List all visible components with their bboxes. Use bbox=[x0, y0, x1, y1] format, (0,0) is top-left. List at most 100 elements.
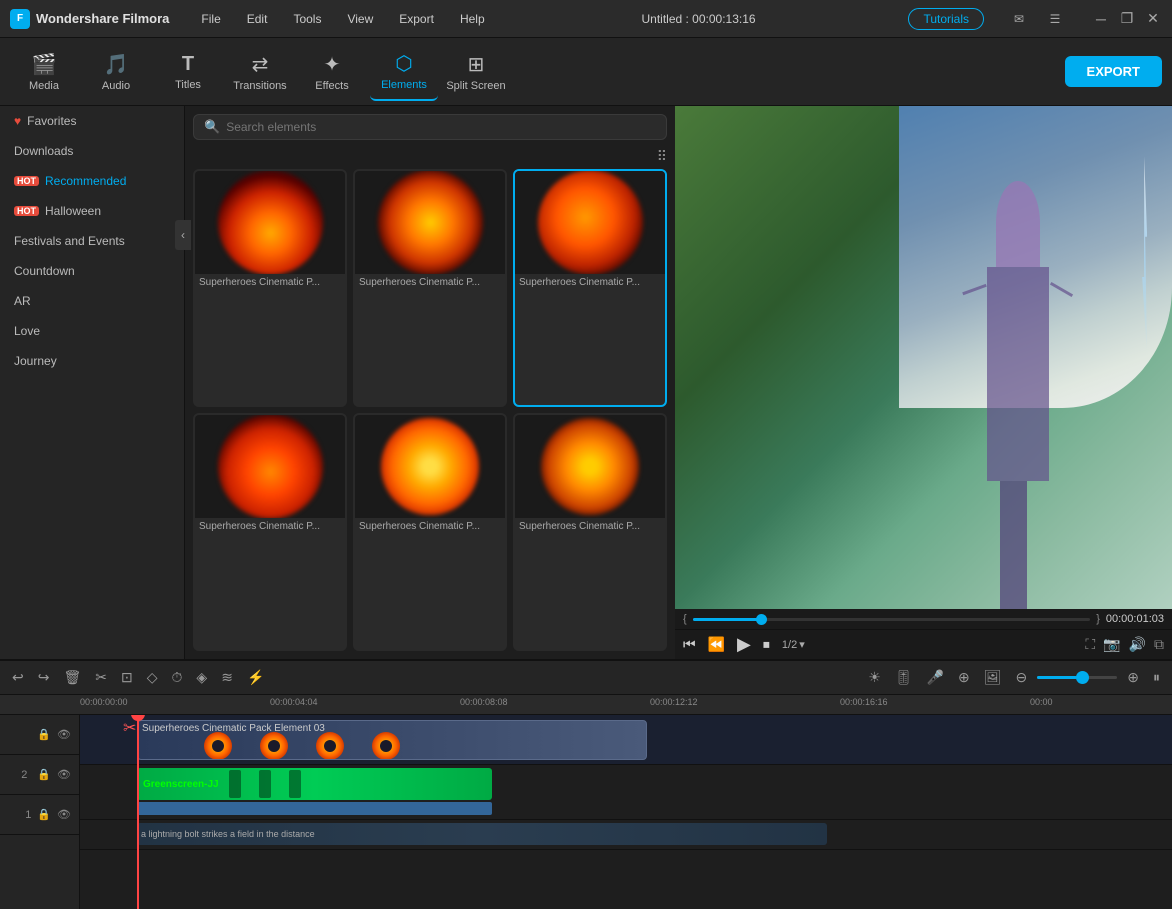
menu-file[interactable]: File bbox=[197, 10, 224, 28]
skip-back-button[interactable]: ⏮ bbox=[683, 636, 696, 653]
menu-edit[interactable]: Edit bbox=[243, 10, 272, 28]
stop-button[interactable]: ⏹ bbox=[763, 636, 770, 653]
grid-item[interactable]: Superheroes Cinematic P... bbox=[193, 169, 347, 407]
sidebar-item-halloween[interactable]: HOT Halloween bbox=[0, 196, 184, 226]
app-logo: F Wondershare Filmora bbox=[10, 9, 169, 29]
color-correct-button[interactable]: ☀ bbox=[864, 667, 885, 688]
track-eye-icon-v1[interactable]: 👁 bbox=[57, 768, 71, 781]
grid-options-icon[interactable]: ⠿ bbox=[657, 148, 667, 165]
step-back-button[interactable]: ⏪ bbox=[708, 636, 725, 653]
ruler-tick-3: 00:00:12:12 bbox=[650, 697, 698, 707]
menu-help[interactable]: Help bbox=[456, 10, 489, 28]
search-bar: 🔍 bbox=[193, 114, 667, 140]
zoom-track[interactable] bbox=[1037, 676, 1117, 679]
tutorials-button[interactable]: Tutorials bbox=[908, 8, 984, 30]
pause-button[interactable]: ⏸ bbox=[1149, 667, 1164, 688]
menu-export[interactable]: Export bbox=[395, 10, 438, 28]
tool-media[interactable]: 🎬 Media bbox=[10, 43, 78, 101]
fullscreen-icon[interactable]: ⛶ bbox=[1085, 636, 1095, 653]
undo-button[interactable]: ↩ bbox=[8, 667, 28, 688]
redo-button[interactable]: ↪ bbox=[34, 667, 54, 688]
page-dropdown-icon[interactable]: ▾ bbox=[799, 638, 805, 651]
track-eye-icon[interactable]: 👁 bbox=[57, 728, 71, 741]
sidebar-item-ar[interactable]: AR bbox=[0, 286, 184, 316]
grid-item-thumb bbox=[355, 415, 505, 518]
project-title: Untitled : 00:00:13:16 bbox=[641, 12, 755, 26]
tool-titles[interactable]: T Titles bbox=[154, 43, 222, 101]
tool-elements[interactable]: ⬡ Elements bbox=[370, 43, 438, 101]
track-row-overlay: ✂ Superheroes Cinematic Pack Element 03 bbox=[80, 715, 1172, 765]
time-display: 00:00:01:03 bbox=[1106, 613, 1164, 625]
grid-item[interactable]: Superheroes Cinematic P... bbox=[193, 413, 347, 651]
export-button[interactable]: EXPORT bbox=[1065, 56, 1162, 87]
tool-splitscreen[interactable]: ⊞ Split Screen bbox=[442, 43, 510, 101]
favorites-heart-icon: ♥ bbox=[14, 114, 21, 128]
clip-audio-bar[interactable] bbox=[137, 802, 492, 815]
zoom-out-button[interactable]: ⊖ bbox=[1012, 667, 1032, 688]
grid-item[interactable]: Superheroes Cinematic P... bbox=[353, 169, 507, 407]
sidebar-item-journey[interactable]: Journey bbox=[0, 346, 184, 376]
fire-effect-5 bbox=[381, 418, 479, 516]
color-match-button[interactable]: ⊕ bbox=[954, 667, 974, 688]
color-button[interactable]: ◈ bbox=[192, 667, 211, 688]
search-input[interactable] bbox=[226, 120, 656, 134]
tool-effects[interactable]: ✦ Effects bbox=[298, 43, 366, 101]
clip-superhero[interactable]: Superheroes Cinematic Pack Element 03 bbox=[137, 720, 647, 760]
playhead[interactable] bbox=[137, 715, 139, 909]
sidebar-item-festivals[interactable]: Festivals and Events bbox=[0, 226, 184, 256]
cut-button[interactable]: ✂ bbox=[91, 667, 111, 688]
panel-collapse-button[interactable]: ‹ bbox=[175, 220, 185, 250]
maximize-button[interactable]: ❐ bbox=[1118, 10, 1136, 28]
track-lock-icon[interactable]: 🔒 bbox=[37, 728, 51, 741]
snapshot-icon[interactable]: 📷 bbox=[1103, 636, 1120, 653]
grid-item-label: Superheroes Cinematic P... bbox=[515, 274, 665, 291]
grid-item-selected[interactable]: Superheroes Cinematic P... bbox=[513, 169, 667, 407]
menu-dots-icon[interactable]: ☰ bbox=[1046, 10, 1064, 28]
clip-icons bbox=[204, 732, 400, 760]
track-label-v1: 2 🔒 👁 bbox=[0, 755, 79, 795]
progress-track[interactable] bbox=[693, 618, 1091, 621]
recommended-hot-badge: HOT bbox=[14, 176, 39, 186]
voice-button[interactable]: 🎤 bbox=[923, 667, 948, 688]
notifications-icon[interactable]: ✉ bbox=[1010, 10, 1028, 28]
menu-tools[interactable]: Tools bbox=[289, 10, 325, 28]
crop-button[interactable]: ⊡ bbox=[117, 667, 137, 688]
grid-item[interactable]: Superheroes Cinematic P... bbox=[353, 413, 507, 651]
timer-button[interactable]: ⏱ bbox=[168, 667, 187, 688]
minimize-button[interactable]: ─ bbox=[1092, 10, 1110, 28]
pip-icon[interactable]: ⧉ bbox=[1154, 636, 1164, 653]
tool-effects-label: Effects bbox=[315, 80, 348, 92]
track-eye-icon-a1[interactable]: 👁 bbox=[57, 808, 71, 821]
sidebar-item-countdown[interactable]: Countdown bbox=[0, 256, 184, 286]
fire-effect-4 bbox=[218, 415, 323, 518]
speed-button[interactable]: ⚡ bbox=[243, 667, 268, 688]
zoom-in-button[interactable]: ⊕ bbox=[1123, 667, 1143, 688]
bracket-close-symbol: } bbox=[1096, 613, 1100, 625]
tool-transitions[interactable]: ⇄ Transitions bbox=[226, 43, 294, 101]
progress-bar-area: { } 00:00:01:03 bbox=[675, 609, 1172, 629]
tool-audio[interactable]: 🎵 Audio bbox=[82, 43, 150, 101]
delete-button[interactable]: 🗑 bbox=[59, 667, 85, 688]
grid-item[interactable]: Superheroes Cinematic P... bbox=[513, 413, 667, 651]
main-area: ♥ Favorites Downloads HOT Recommended HO… bbox=[0, 106, 1172, 659]
play-button[interactable]: ▶ bbox=[737, 634, 751, 655]
track-lock-icon-v1[interactable]: 🔒 bbox=[37, 768, 51, 781]
clip-greenscreen[interactable]: Greenscreen-JJ bbox=[137, 768, 492, 800]
sidebar-item-recommended[interactable]: HOT Recommended bbox=[0, 166, 184, 196]
sidebar-item-downloads[interactable]: Downloads bbox=[0, 136, 184, 166]
correction-button[interactable]: 🖼 bbox=[980, 667, 1006, 688]
ruler-tick-4: 00:00:16:16 bbox=[840, 697, 888, 707]
audio-mix-button[interactable]: ≋ bbox=[217, 667, 237, 688]
close-button[interactable]: ✕ bbox=[1144, 10, 1162, 28]
volume-icon[interactable]: 🔊 bbox=[1129, 636, 1146, 653]
sidebar-item-love[interactable]: Love bbox=[0, 316, 184, 346]
clip-bg[interactable]: a lightning bolt strikes a field in the … bbox=[137, 823, 827, 845]
timeline-ruler: 00:00:00:00 00:00:04:04 00:00:08:08 00:0… bbox=[0, 695, 1172, 715]
window-controls: ─ ❐ ✕ bbox=[1092, 10, 1162, 28]
menu-view[interactable]: View bbox=[343, 10, 377, 28]
sidebar-item-favorites[interactable]: ♥ Favorites bbox=[0, 106, 184, 136]
keyframe-button[interactable]: ◇ bbox=[143, 667, 162, 688]
audio-control-button[interactable]: 🎚 bbox=[891, 667, 917, 688]
track-lock-icon-a1[interactable]: 🔒 bbox=[37, 808, 51, 821]
fire-effect-3 bbox=[538, 171, 643, 274]
